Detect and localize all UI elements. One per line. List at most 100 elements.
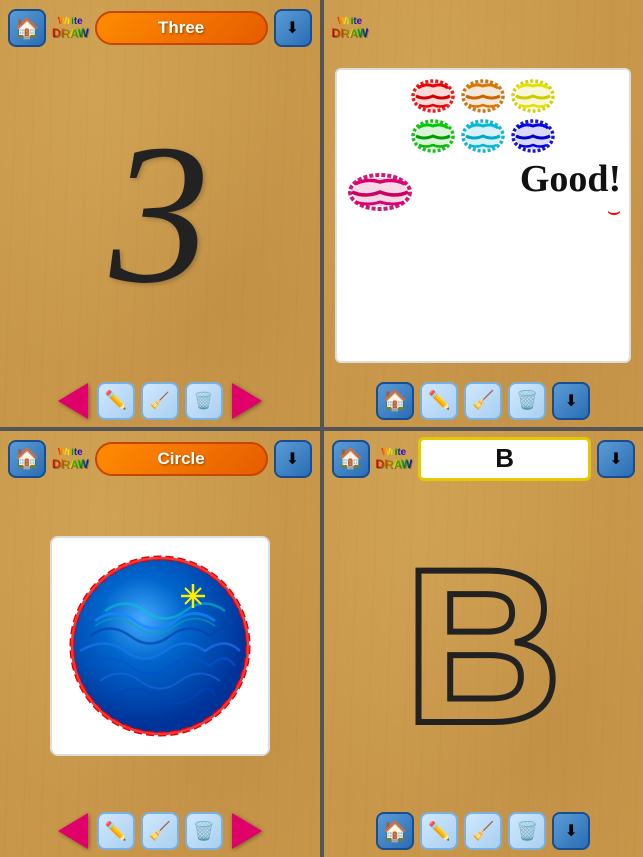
pencil-icon-p4: ✏️ (428, 821, 450, 842)
smiley-face: ⌣ (421, 198, 621, 224)
logo-p4: Write DRAW (376, 448, 413, 470)
topbar-panel4: 🏠 Write DRAW B ⬇ (324, 431, 643, 487)
arrow-right-icon-p1 (232, 383, 262, 419)
download-icon-p4: ⬇ (609, 449, 622, 469)
home-icon-p1: 🏠 (15, 16, 40, 41)
home-icon-p4b: 🏠 (383, 819, 408, 844)
good-row: Good! ⌣ (345, 160, 621, 224)
next-button-p1[interactable] (229, 383, 265, 419)
trash-icon-p2: 🗑️ (516, 390, 538, 411)
content-area-p3[interactable] (0, 487, 320, 806)
bottombar-p1: ✏️ 🧹 🗑️ (0, 375, 320, 427)
panel-circle: 🏠 Write DRAW Circle ⬇ (0, 431, 320, 857)
trash-button-p2[interactable]: 🗑️ (508, 382, 546, 420)
swatch-green (410, 118, 456, 154)
eraser-button-p3[interactable]: 🧹 (141, 812, 179, 850)
home-icon-p2: 🏠 (383, 388, 408, 413)
download-icon-p1: ⬇ (286, 18, 299, 38)
swatch-red (410, 78, 456, 114)
next-button-p3[interactable] (229, 813, 265, 849)
eraser-icon-p4: 🧹 (472, 821, 494, 842)
download-icon-p4b: ⬇ (565, 821, 578, 841)
arrow-right-icon-p3 (232, 813, 262, 849)
home-icon-p4: 🏠 (338, 446, 363, 471)
eraser-button-p1[interactable]: 🧹 (141, 382, 179, 420)
topbar-panel2: Write DRAW (324, 0, 643, 56)
content-area-p2[interactable]: Good! ⌣ (324, 56, 643, 375)
download-button-p4b[interactable]: ⬇ (552, 812, 590, 850)
content-area-p4[interactable]: B (324, 487, 643, 806)
logo-p3: Write DRAW (52, 448, 89, 470)
prev-button-p3[interactable] (55, 813, 91, 849)
bottombar-p3: ✏️ 🧹 🗑️ (0, 805, 320, 857)
download-button-p1[interactable]: ⬇ (274, 9, 312, 47)
download-button-p3[interactable]: ⬇ (274, 440, 312, 478)
swatch-blue (510, 118, 556, 154)
app-grid: 🏠 Write DRAW Three ⬇ 3 ✏️ 🧹 (0, 0, 643, 857)
eraser-button-p4[interactable]: 🧹 (464, 812, 502, 850)
content-area-p1[interactable]: 3 (0, 56, 320, 375)
download-icon-p2: ⬇ (565, 391, 578, 411)
logo-draw-p2: DRAW (332, 27, 369, 39)
globe-svg (55, 541, 265, 751)
pencil-icon-p2: ✏️ (428, 390, 450, 411)
trash-button-p1[interactable]: 🗑️ (185, 382, 223, 420)
whiteboard: Good! ⌣ (335, 68, 631, 363)
panel-letter-b: 🏠 Write DRAW B ⬇ B 🏠 ✏️ 🧹 (324, 431, 643, 857)
trash-icon-p4: 🗑️ (516, 821, 538, 842)
home-button-p1[interactable]: 🏠 (8, 9, 46, 47)
home-icon-p3: 🏠 (15, 446, 40, 471)
good-text-area: Good! ⌣ (421, 160, 621, 224)
pencil-button-p2[interactable]: ✏️ (420, 382, 458, 420)
swatch-yellow (510, 78, 556, 114)
swatch-cyan (460, 118, 506, 154)
pencil-button-p3[interactable]: ✏️ (97, 812, 135, 850)
good-text: Good! (421, 160, 621, 198)
arrow-left-icon-p3 (58, 813, 88, 849)
logo-write-p3: Write (58, 448, 83, 458)
home-button-p2[interactable]: 🏠 (376, 382, 414, 420)
trash-icon-p1: 🗑️ (194, 391, 214, 411)
bottombar-p4: 🏠 ✏️ 🧹 🗑️ ⬇ (324, 805, 643, 857)
pencil-icon-p3: ✏️ (105, 821, 127, 842)
download-button-p2[interactable]: ⬇ (552, 382, 590, 420)
swatch-magenta (345, 172, 415, 212)
logo-draw-p1: DRAW (52, 27, 89, 39)
logo-p1: Write DRAW (52, 17, 89, 39)
download-icon-p3: ⬇ (286, 449, 299, 469)
b-badge: B (418, 437, 591, 481)
panel-colors: Write DRAW (324, 0, 643, 427)
letter-display: B (404, 536, 563, 756)
home-button-p4[interactable]: 🏠 (332, 440, 370, 478)
home-button-p4b[interactable]: 🏠 (376, 812, 414, 850)
eraser-icon-p3: 🧹 (149, 821, 171, 842)
pencil-icon-p1: ✏️ (105, 390, 127, 411)
title-badge-p1: Three (95, 11, 268, 45)
swatches-row1 (345, 78, 621, 114)
swatch-orange (460, 78, 506, 114)
download-button-p4[interactable]: ⬇ (597, 440, 635, 478)
logo-p2: Write DRAW (332, 17, 369, 39)
logo-draw-p3: DRAW (52, 458, 89, 470)
trash-button-p3[interactable]: 🗑️ (185, 812, 223, 850)
eraser-icon-p1: 🧹 (150, 391, 170, 411)
number-display: 3 (110, 115, 210, 315)
eraser-icon-p2: 🧹 (472, 390, 494, 411)
pencil-button-p1[interactable]: ✏️ (97, 382, 135, 420)
logo-draw-p4: DRAW (376, 458, 413, 470)
topbar-panel1: 🏠 Write DRAW Three ⬇ (0, 0, 320, 56)
eraser-button-p2[interactable]: 🧹 (464, 382, 502, 420)
pencil-button-p4[interactable]: ✏️ (420, 812, 458, 850)
trash-icon-p3: 🗑️ (193, 821, 215, 842)
prev-button-p1[interactable] (55, 383, 91, 419)
home-button-p3[interactable]: 🏠 (8, 440, 46, 478)
circle-drawing (50, 536, 270, 756)
swatches-row2 (345, 118, 621, 154)
arrow-left-icon-p1 (58, 383, 88, 419)
panel-number-three: 🏠 Write DRAW Three ⬇ 3 ✏️ 🧹 (0, 0, 320, 427)
title-badge-p3: Circle (95, 442, 268, 476)
topbar-panel3: 🏠 Write DRAW Circle ⬇ (0, 431, 320, 487)
bottombar-p2: 🏠 ✏️ 🧹 🗑️ ⬇ (324, 375, 643, 427)
logo-write-p4: Write (381, 448, 406, 458)
trash-button-p4[interactable]: 🗑️ (508, 812, 546, 850)
